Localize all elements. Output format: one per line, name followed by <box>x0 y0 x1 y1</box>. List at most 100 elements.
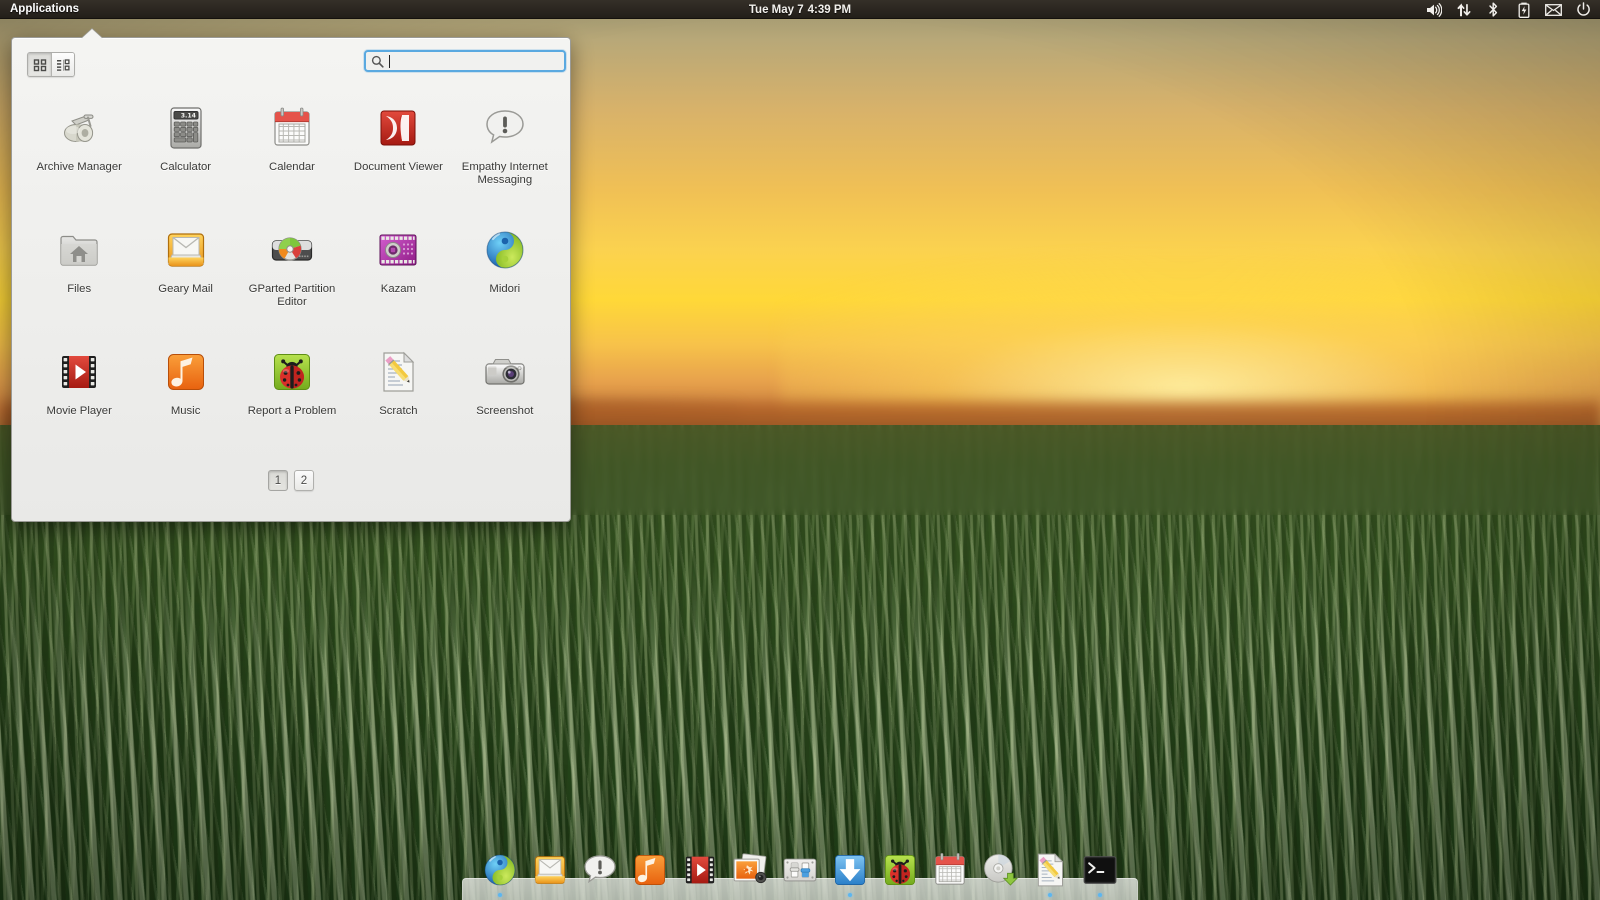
movie-player-icon <box>680 850 720 890</box>
music-icon <box>630 850 670 890</box>
network-icon[interactable] <box>1455 0 1472 19</box>
desktop[interactable]: Applications Tue May 7 4:39 PM <box>0 0 1600 900</box>
app-item-screenshot[interactable]: Screenshot <box>452 338 558 460</box>
top-panel: Applications Tue May 7 4:39 PM <box>0 0 1600 19</box>
dock-running-indicator <box>498 893 502 897</box>
empathy-icon <box>580 850 620 890</box>
midori-icon <box>480 850 520 890</box>
report-problem-icon <box>268 348 316 396</box>
search-icon <box>371 55 384 68</box>
document-viewer-icon <box>374 104 422 152</box>
gparted-icon <box>268 226 316 274</box>
app-label: Scratch <box>348 405 448 418</box>
app-item-files[interactable]: Files <box>26 216 132 338</box>
app-item-midori[interactable]: Midori <box>452 216 558 338</box>
app-label: Geary Mail <box>136 283 236 296</box>
dock-item-scratch[interactable] <box>1028 846 1072 898</box>
files-icon <box>55 226 103 274</box>
dock-item-terminal[interactable] <box>1078 846 1122 898</box>
launcher-toolbar <box>12 38 570 90</box>
app-label: Music <box>136 405 236 418</box>
app-item-movie-player[interactable]: Movie Player <box>26 338 132 460</box>
dock-item-calendar[interactable] <box>928 846 972 898</box>
panel-clock[interactable]: Tue May 7 4:39 PM <box>0 0 1600 19</box>
app-label: Kazam <box>348 283 448 296</box>
applications-menu-button[interactable]: Applications <box>0 0 88 19</box>
search-field[interactable] <box>364 50 566 72</box>
app-label: Empathy Internet Messaging <box>455 161 555 186</box>
scratch-icon <box>1030 850 1070 890</box>
app-item-geary-mail[interactable]: Geary Mail <box>132 216 238 338</box>
music-icon <box>162 348 210 396</box>
geary-mail-icon <box>162 226 210 274</box>
battery-icon[interactable] <box>1515 0 1532 19</box>
dock-running-indicator <box>1048 893 1052 897</box>
app-item-document-viewer[interactable]: Document Viewer <box>345 94 451 216</box>
app-item-kazam[interactable]: Kazam <box>345 216 451 338</box>
category-view-button[interactable] <box>51 53 74 76</box>
bluetooth-icon[interactable] <box>1485 0 1502 19</box>
movie-player-icon <box>55 348 103 396</box>
calendar-icon <box>930 850 970 890</box>
search-input[interactable] <box>390 53 559 69</box>
app-label: GParted Partition Editor <box>242 283 342 308</box>
scratch-icon <box>374 348 422 396</box>
app-label: Calculator <box>136 161 236 174</box>
app-item-scratch[interactable]: Scratch <box>345 338 451 460</box>
dock-running-indicator <box>648 893 652 897</box>
power-icon[interactable] <box>1575 0 1592 19</box>
grid-view-button[interactable] <box>28 53 51 76</box>
midori-icon <box>480 850 520 890</box>
clock-date: Tue May 7 <box>749 4 804 16</box>
mail-icon[interactable] <box>1545 0 1562 19</box>
midori-icon <box>481 226 529 274</box>
dock-item-brasero-disc-burner[interactable] <box>978 846 1022 898</box>
dock-item-software-center[interactable] <box>828 846 872 898</box>
dock-item-report-a-problem[interactable] <box>878 846 922 898</box>
dock-item-movie-player[interactable] <box>678 846 722 898</box>
kazam-icon <box>374 226 422 274</box>
app-item-music[interactable]: Music <box>132 338 238 460</box>
app-item-empathy-internet-messaging[interactable]: Empathy Internet Messaging <box>452 94 558 216</box>
geary-mail-icon <box>162 226 210 274</box>
empathy-icon <box>580 850 620 890</box>
app-item-calendar[interactable]: Calendar <box>239 94 345 216</box>
calculator-icon <box>162 104 210 152</box>
page-button-2[interactable]: 2 <box>294 470 314 491</box>
calendar-icon <box>268 104 316 152</box>
report-problem-icon <box>880 850 920 890</box>
dock-item-system-settings[interactable] <box>778 846 822 898</box>
clock-time: 4:39 PM <box>808 4 851 16</box>
movie-player-icon <box>55 348 103 396</box>
app-item-report-a-problem[interactable]: Report a Problem <box>239 338 345 460</box>
music-icon <box>162 348 210 396</box>
dock-running-indicator <box>598 893 602 897</box>
software-center-icon <box>830 850 870 890</box>
report-problem-icon <box>880 850 920 890</box>
app-item-gparted-partition-editor[interactable]: GParted Partition Editor <box>239 216 345 338</box>
dock-running-indicator <box>798 893 802 897</box>
volume-icon[interactable] <box>1425 0 1442 19</box>
app-label: Calendar <box>242 161 342 174</box>
dock-running-indicator <box>998 893 1002 897</box>
dock-running-indicator <box>548 893 552 897</box>
dock-item-music[interactable] <box>628 846 672 898</box>
page-button-1[interactable]: 1 <box>268 470 288 491</box>
app-label: Screenshot <box>455 405 555 418</box>
grid-icon <box>33 58 47 72</box>
dock-item-empathy-internet-messaging[interactable] <box>578 846 622 898</box>
app-label: Document Viewer <box>348 161 448 174</box>
gparted-icon <box>268 226 316 274</box>
app-item-calculator[interactable]: Calculator <box>132 94 238 216</box>
app-item-archive-manager[interactable]: Archive Manager <box>26 94 132 216</box>
system-tray <box>1425 0 1592 19</box>
category-list-icon <box>56 58 70 72</box>
dock-item-geary-mail[interactable] <box>528 846 572 898</box>
files-icon <box>55 226 103 274</box>
dock-item-photos[interactable] <box>728 846 772 898</box>
calendar-icon <box>268 104 316 152</box>
calculator-icon <box>162 104 210 152</box>
dock-item-midori[interactable] <box>478 846 522 898</box>
empathy-icon <box>481 104 529 152</box>
document-viewer-icon <box>374 104 422 152</box>
